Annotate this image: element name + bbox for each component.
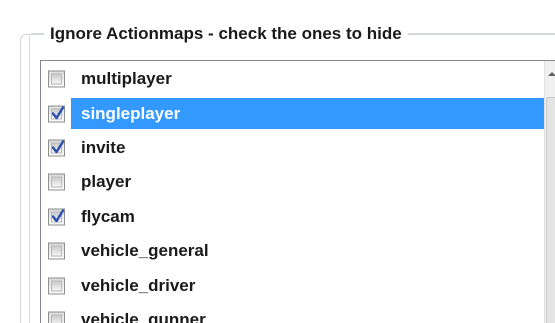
actionmap-list: multiplayer singleplayer invite player flyca… xyxy=(41,62,544,323)
item-label: vehicle_general xyxy=(81,241,209,261)
checkbox[interactable] xyxy=(48,311,65,323)
item-label-area[interactable]: player xyxy=(71,167,544,197)
checkmark-icon xyxy=(51,140,65,154)
item-label: singleplayer xyxy=(81,103,181,123)
checkbox[interactable] xyxy=(48,139,65,157)
actionmap-item-singleplayer[interactable]: singleplayer xyxy=(41,96,544,130)
checkbox[interactable] xyxy=(48,70,65,88)
checkbox[interactable] xyxy=(48,105,65,123)
groupbox-title: Ignore Actionmaps - check the ones to hi… xyxy=(44,24,408,44)
actionmap-item-vehicle-gunner[interactable]: vehicle_gunner xyxy=(41,303,544,323)
checkbox[interactable] xyxy=(48,173,65,191)
actionmap-item-player[interactable]: player xyxy=(41,165,544,199)
actionmap-checklist[interactable]: multiplayer singleplayer invite player flyca… xyxy=(40,60,555,323)
actionmap-item-vehicle-general[interactable]: vehicle_general xyxy=(41,234,544,268)
item-label-area[interactable]: singleplayer xyxy=(71,98,544,129)
actionmap-item-vehicle-driver[interactable]: vehicle_driver xyxy=(41,268,544,302)
checkbox[interactable] xyxy=(48,242,65,260)
item-label-area[interactable]: flycam xyxy=(71,202,544,232)
item-label: vehicle_driver xyxy=(81,275,196,295)
item-label: invite xyxy=(81,137,126,157)
scrollbar-thumb[interactable] xyxy=(546,97,555,323)
item-label-area[interactable]: multiplayer xyxy=(71,64,544,94)
vertical-scrollbar[interactable] xyxy=(544,61,555,323)
actionmap-item-invite[interactable]: invite xyxy=(41,131,544,165)
item-label: flycam xyxy=(81,206,135,226)
item-label-area[interactable]: invite xyxy=(71,133,544,163)
item-label: multiplayer xyxy=(81,69,172,89)
actionmap-settings-panel: Ignore Actionmaps - check the ones to hi… xyxy=(0,0,555,323)
item-label-area[interactable]: vehicle_gunner xyxy=(71,305,544,323)
checkbox[interactable] xyxy=(48,277,65,295)
item-label-area[interactable]: vehicle_driver xyxy=(71,270,544,300)
actionmap-item-multiplayer[interactable]: multiplayer xyxy=(41,62,544,96)
chevron-up-icon[interactable] xyxy=(548,72,555,76)
checkmark-icon xyxy=(51,105,65,119)
actionmap-item-flycam[interactable]: flycam xyxy=(41,200,544,234)
item-label: vehicle_gunner xyxy=(81,309,206,323)
checkbox[interactable] xyxy=(48,208,65,226)
item-label-area[interactable]: vehicle_general xyxy=(71,236,544,266)
item-label: player xyxy=(81,172,132,192)
checkmark-icon xyxy=(51,209,65,222)
